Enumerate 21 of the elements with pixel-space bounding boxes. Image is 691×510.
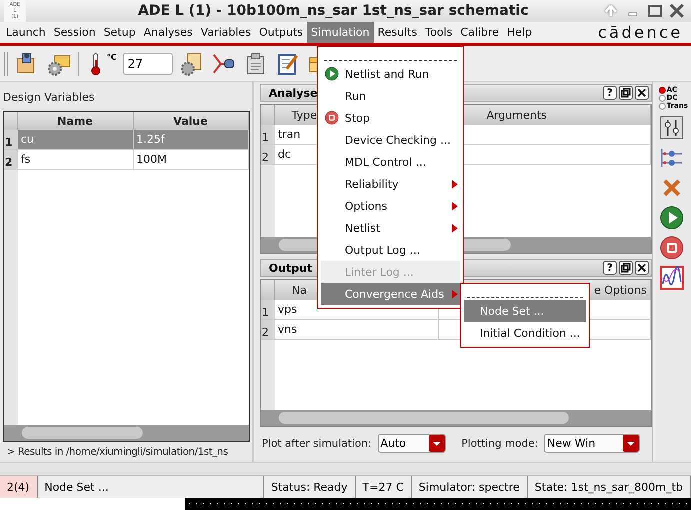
status-count: 2(4): [0, 476, 38, 498]
row-number: 1: [4, 130, 18, 149]
results-path: > Results in /home/xiumingli/simulation/1st_ns: [6, 446, 228, 458]
pane-title: Analyse: [269, 86, 318, 100]
pane-title: Output: [269, 262, 312, 274]
brand-logo: cādence: [598, 22, 684, 43]
row-number: 1: [261, 300, 275, 319]
row-number: 1: [261, 125, 275, 144]
panel-title: Design Variables: [3, 90, 96, 106]
field-label: Plot after simulation:: [262, 438, 372, 450]
row-number: 2: [261, 145, 275, 164]
row-number: 2: [261, 320, 275, 339]
table-cell: 1.25f: [134, 130, 249, 149]
field-label: Plotting mode:: [462, 438, 538, 450]
table-cell: cu: [18, 130, 134, 149]
window-title: ADE L (1) - 10b100m_ns_sar 1st_ns_sar schematic: [137, 3, 530, 19]
row-number: 2: [4, 150, 18, 169]
temperature-unit: °C: [107, 53, 117, 62]
table-cell: fs: [18, 150, 134, 169]
table-cell: 100M: [134, 150, 249, 169]
table-cell: vns: [275, 320, 439, 339]
